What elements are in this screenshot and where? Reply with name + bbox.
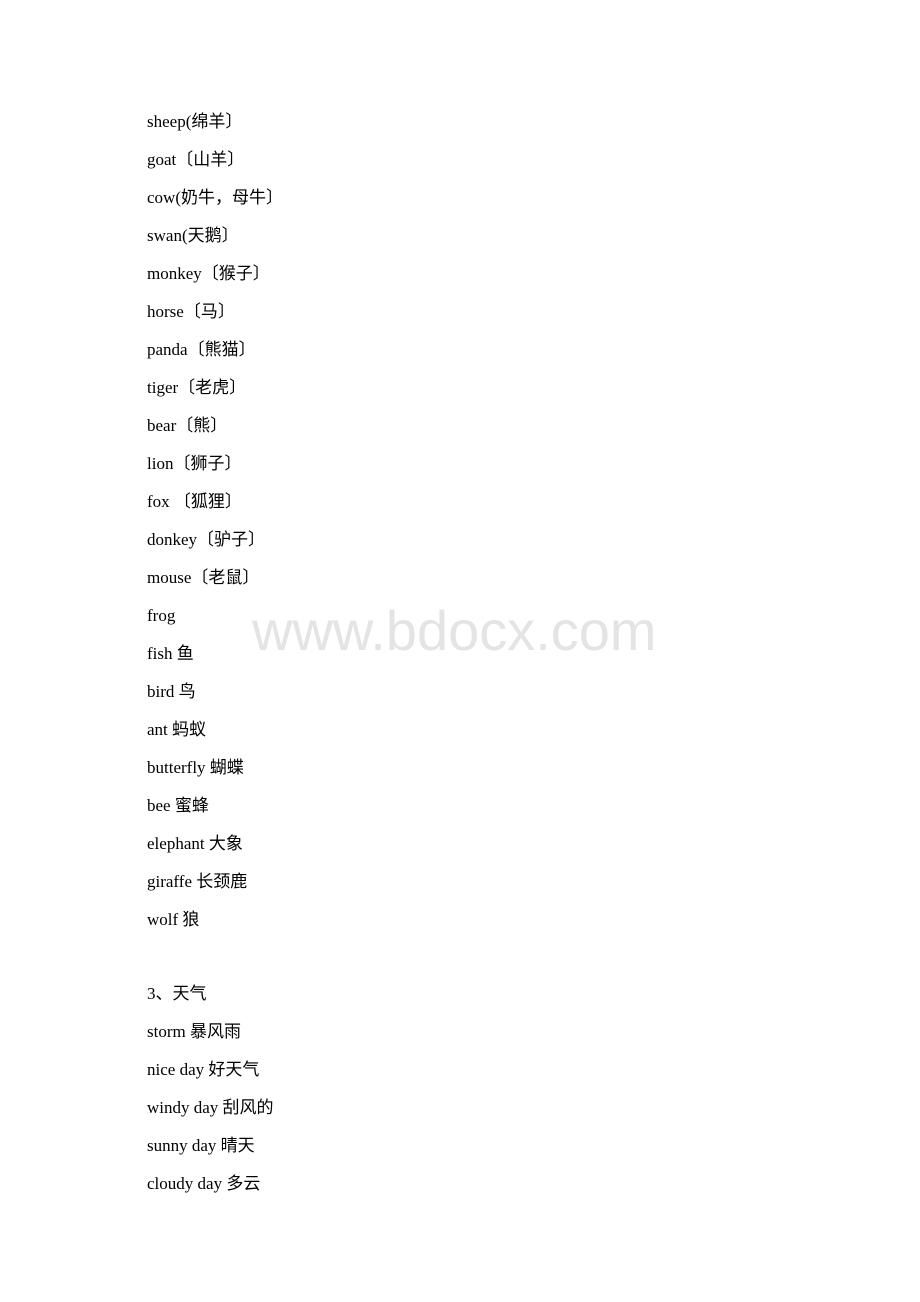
vocab-item-tiger: tiger〔老虎〕: [147, 378, 247, 397]
document-page: sheep(绵羊〕 goat〔山羊〕 cow(奶牛，母牛〕 swan(天鹅〕 m…: [0, 0, 920, 1302]
vocab-item-horse: horse〔马〕: [147, 302, 235, 321]
vocab-item-giraffe: giraffe 长颈鹿: [147, 872, 248, 891]
document-content: sheep(绵羊〕 goat〔山羊〕 cow(奶牛，母牛〕 swan(天鹅〕 m…: [147, 103, 787, 1203]
vocab-item-frog: frog: [147, 606, 176, 625]
vocab-item-butterfly: butterfly 蝴蝶: [147, 758, 244, 777]
vocab-item-sunny-day: sunny day 晴天: [147, 1136, 255, 1155]
vocab-item-cow: cow(奶牛，母牛〕: [147, 188, 283, 207]
vocab-item-cloudy-day: cloudy day 多云: [147, 1174, 261, 1193]
animal-vocabulary-list: sheep(绵羊〕 goat〔山羊〕 cow(奶牛，母牛〕 swan(天鹅〕 m…: [147, 103, 787, 939]
vocab-item-bee: bee 蜜蜂: [147, 796, 209, 815]
vocab-item-storm: storm 暴风雨: [147, 1022, 241, 1041]
vocab-item-panda: panda〔熊猫〕: [147, 340, 256, 359]
vocab-item-nice-day: nice day 好天气: [147, 1060, 260, 1079]
vocab-item-wolf: wolf 狼: [147, 910, 200, 929]
vocab-item-mouse: mouse〔老鼠〕: [147, 568, 260, 587]
vocab-item-fish: fish 鱼: [147, 644, 194, 663]
vocab-item-bear: bear〔熊〕: [147, 416, 228, 435]
vocab-item-sheep: sheep(绵羊〕: [147, 112, 243, 131]
section-heading-weather: 3、天气: [147, 984, 207, 1003]
vocab-item-goat: goat〔山羊〕: [147, 150, 245, 169]
vocab-item-elephant: elephant 大象: [147, 834, 243, 853]
vocab-item-bird: bird 鸟: [147, 682, 196, 701]
vocab-item-swan: swan(天鹅〕: [147, 226, 239, 245]
vocab-item-monkey: monkey〔猴子〕: [147, 264, 270, 283]
weather-section: 3、天气 storm 暴风雨 nice day 好天气 windy day 刮风…: [147, 975, 787, 1203]
vocab-item-donkey: donkey〔驴子〕: [147, 530, 266, 549]
vocab-item-fox: fox 〔狐狸〕: [147, 492, 242, 511]
vocab-item-ant: ant 蚂蚁: [147, 720, 207, 739]
vocab-item-lion: lion〔狮子〕: [147, 454, 242, 473]
vocab-item-windy-day: windy day 刮风的: [147, 1098, 274, 1117]
